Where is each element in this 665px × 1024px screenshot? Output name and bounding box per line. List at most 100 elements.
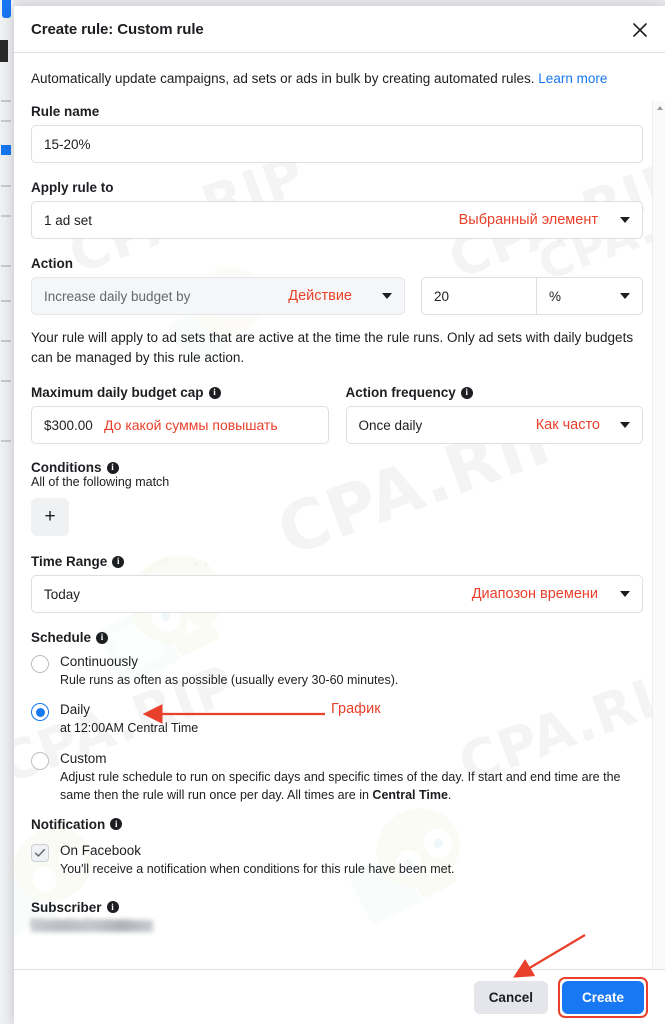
add-condition-button[interactable]: + (31, 498, 69, 537)
info-icon[interactable]: i (110, 818, 123, 831)
time-range-label-text: Time Range (31, 554, 108, 570)
vertical-scrollbar[interactable] (652, 101, 665, 969)
radio-daily[interactable] (31, 703, 49, 722)
background-page-sliver (0, 0, 14, 1024)
time-range-label: Time Range i (31, 554, 643, 569)
create-button[interactable]: Create (561, 980, 644, 1014)
budget-cap-label-text: Maximum daily budget cap (31, 385, 204, 401)
close-icon[interactable] (626, 16, 654, 44)
info-icon[interactable]: i (106, 461, 119, 474)
chevron-down-icon[interactable] (620, 422, 630, 429)
annotation-action-frequency: Как часто (535, 417, 600, 434)
schedule-option-custom[interactable]: Custom Adjust rule schedule to run on sp… (31, 751, 643, 804)
notification-label-text: Notification (31, 816, 106, 832)
schedule-option-continuously[interactable]: Continuously Rule runs as often as possi… (31, 654, 643, 689)
action-amount-value: 20 (434, 288, 450, 304)
create-button-highlight: Create (557, 976, 648, 1018)
action-frequency-value: Once daily (358, 417, 423, 433)
annotation-budget-cap: До какой суммы повышать (104, 417, 278, 434)
action-frequency-select[interactable]: Once daily Как часто (345, 406, 643, 445)
rule-name-value: 15-20% (44, 136, 91, 152)
cancel-button[interactable]: Cancel (473, 980, 548, 1014)
schedule-option-daily[interactable]: Daily at 12:00AM Central Time График (31, 701, 643, 737)
schedule-option-text: Continuously Rule runs as often as possi… (60, 654, 398, 689)
check-icon (34, 848, 46, 857)
rule-name-label-text: Rule name (31, 104, 100, 120)
modal-footer: Cancel Create (14, 969, 665, 1024)
time-range-select[interactable]: Today Диапозон времени (31, 575, 643, 614)
action-label-text: Action (31, 256, 73, 272)
radio-continuously[interactable] (31, 655, 49, 674)
info-icon[interactable]: i (106, 901, 119, 914)
annotation-apply-rule-to: Выбранный элемент (458, 212, 598, 229)
apply-rule-to-label: Apply rule to (31, 180, 643, 195)
rule-name-label: Rule name (31, 104, 643, 119)
intro-sentence: Automatically update campaigns, ad sets … (31, 71, 535, 86)
action-select-wrap: Increase daily budget by Действие (31, 277, 405, 316)
action-frequency-col: Action frequency i Once daily Как часто (345, 385, 644, 445)
schedule-option-title: Daily (60, 702, 91, 718)
action-frequency-label: Action frequency i (346, 385, 644, 400)
schedule-custom-desc-bold: Central Time (372, 787, 448, 802)
schedule-label: Schedule i (31, 630, 643, 645)
action-unit-value: % (549, 288, 562, 304)
modal-header: Create rule: Custom rule (14, 6, 665, 53)
info-icon[interactable]: i (96, 631, 109, 644)
action-value-group: 20 % (421, 277, 643, 316)
annotation-schedule: График (331, 701, 381, 718)
apply-rule-to-value: 1 ad set (44, 212, 93, 228)
action-label: Action (31, 256, 643, 271)
background-browser-tab (2, 0, 11, 18)
apply-rule-to-label-text: Apply rule to (31, 180, 114, 196)
schedule-custom-desc-part1: Adjust rule schedule to run on specific … (60, 769, 621, 802)
schedule-custom-desc-part2: . (447, 787, 452, 802)
schedule-option-text: Custom Adjust rule schedule to run on sp… (60, 751, 643, 804)
conditions-label: Conditions i (31, 460, 643, 475)
budget-cap-label: Maximum daily budget cap i (31, 385, 329, 400)
action-frequency-label-text: Action frequency (345, 385, 456, 401)
apply-rule-to-select[interactable]: 1 ad set Выбранный элемент (31, 201, 643, 240)
info-icon[interactable]: i (208, 386, 221, 399)
action-select[interactable]: Increase daily budget by Действие (31, 277, 405, 316)
annotation-action: Действие (288, 288, 352, 305)
info-icon[interactable]: i (460, 386, 473, 399)
intro-text: Automatically update campaigns, ad sets … (31, 69, 643, 88)
notification-on-facebook-row[interactable]: On Facebook You'll receive a notificatio… (31, 843, 643, 878)
info-icon[interactable]: i (112, 555, 125, 568)
scroll-up-arrow-icon[interactable] (653, 101, 665, 114)
chevron-down-icon[interactable] (620, 591, 630, 598)
action-select-value: Increase daily budget by (44, 288, 191, 304)
radio-custom[interactable] (31, 751, 49, 770)
checkbox-on-facebook[interactable] (31, 843, 49, 862)
schedule-option-title: Custom (60, 750, 107, 766)
learn-more-link[interactable]: Learn more (538, 71, 607, 86)
budget-frequency-row: Maximum daily budget cap i $300.00 До ка… (31, 385, 644, 445)
schedule-option-title: Continuously (60, 654, 139, 670)
conditions-label-text: Conditions (31, 460, 102, 476)
notification-text: On Facebook You'll receive a notificatio… (60, 843, 455, 878)
time-range-value: Today (44, 586, 81, 602)
chevron-down-icon[interactable] (382, 293, 392, 300)
schedule-option-desc: Rule runs as often as possible (usually … (60, 673, 399, 688)
schedule-option-text: Daily at 12:00AM Central Time (60, 702, 198, 737)
page-title: Create rule: Custom rule (31, 20, 204, 38)
conditions-sub-note: All of the following match (31, 475, 170, 490)
subscriber-value-redacted (31, 919, 153, 932)
notification-checkbox-label: On Facebook (60, 842, 142, 858)
background-dark-block (0, 40, 8, 62)
chevron-down-icon[interactable] (620, 293, 630, 300)
subscriber-label-text: Subscriber (31, 899, 102, 915)
action-row: Increase daily budget by Действие 20 % (31, 277, 643, 316)
modal-body: CPA.RIP CPA.RIP CPA.RIP CPA.RIP CPA.RIP … (14, 53, 665, 969)
notification-desc: You'll receive a notification when condi… (60, 861, 455, 876)
action-unit-select[interactable]: % (536, 278, 642, 315)
budget-cap-value: $300.00 (44, 417, 93, 433)
notification-label: Notification i (31, 817, 643, 832)
rule-name-input[interactable]: 15-20% (31, 125, 643, 164)
subscriber-value-wrap: Machulin Zaval-kin (31, 916, 643, 940)
chevron-down-icon[interactable] (620, 217, 630, 224)
action-helper-text: Your rule will apply to ad sets that are… (31, 330, 634, 365)
action-amount-input[interactable]: 20 (422, 278, 536, 314)
budget-cap-input[interactable]: $300.00 До какой суммы повышать (31, 406, 329, 445)
subscriber-label: Subscriber i (31, 900, 643, 915)
